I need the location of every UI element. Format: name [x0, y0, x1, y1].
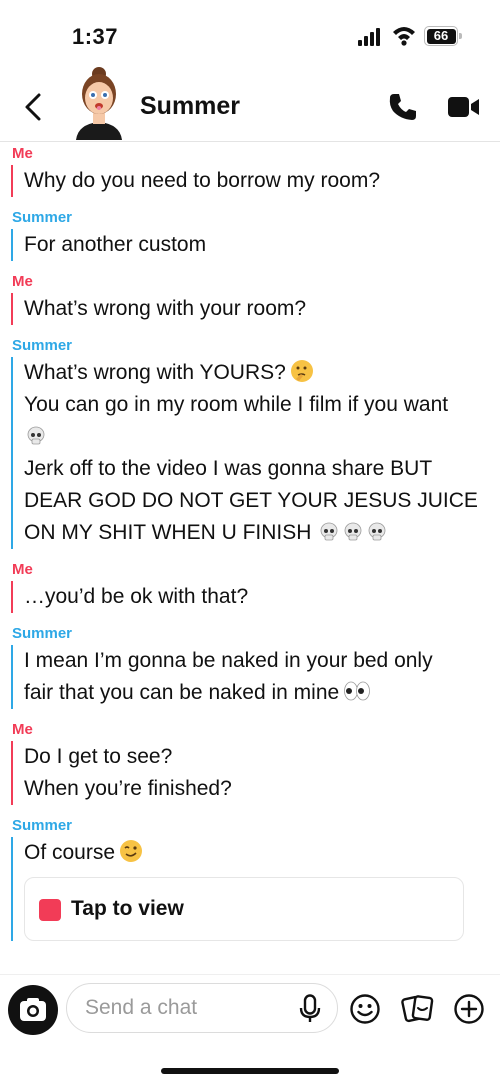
message-bubble[interactable]: Why do you need to borrow my room? — [11, 165, 500, 197]
message-line: fair that you can be naked in mine — [24, 677, 486, 709]
battery-fill: 66 — [426, 27, 456, 44]
snap-tap-to-view[interactable]: Tap to view — [24, 877, 464, 941]
skull-icon — [368, 522, 386, 541]
sender-label: Summer — [12, 209, 73, 226]
message-text: Jerk off to the video I was gonna share … — [24, 457, 433, 480]
phone-icon[interactable] — [388, 92, 418, 122]
home-indicator — [161, 1068, 339, 1074]
message-group: Summer I mean I’m gonna be naked in your… — [0, 623, 500, 709]
sender-label: Me — [12, 721, 33, 738]
skull-icon — [320, 522, 338, 541]
message-text: What’s wrong with YOURS? — [24, 361, 286, 384]
video-camera-icon[interactable] — [448, 96, 480, 118]
message-list: Me Why do you need to borrow my room? Su… — [0, 143, 500, 949]
message-group: Me What’s wrong with your room? — [0, 271, 500, 325]
winking-face-icon — [120, 840, 143, 862]
status-bar: 1:37 66 — [0, 0, 500, 70]
message-text: Why do you need to borrow my room? — [24, 169, 380, 192]
message-text: Of course — [24, 841, 116, 864]
message-bubble[interactable]: Do I get to see? When you’re finished? — [11, 741, 500, 805]
plus-icon[interactable] — [453, 993, 485, 1025]
status-time: 1:37 — [72, 24, 119, 49]
composer-bar — [0, 974, 500, 1044]
emoji-icon[interactable] — [349, 993, 381, 1025]
snap-label: Tap to view — [71, 897, 184, 920]
message-bubble[interactable]: Of course Tap to view — [11, 837, 500, 941]
message-bubble[interactable]: For another custom — [11, 229, 500, 261]
message-bubble[interactable]: …you’d be ok with that? — [11, 581, 500, 613]
message-line: Of course — [24, 837, 486, 869]
message-text: For another custom — [24, 233, 207, 256]
thinking-face-icon — [290, 360, 313, 382]
message-group: Me Do I get to see? When you’re finished… — [0, 719, 500, 805]
message-bubble[interactable]: What’s wrong with your room? — [11, 293, 500, 325]
message-group: Summer For another custom — [0, 207, 500, 261]
skull-icon — [344, 522, 362, 541]
chat-title[interactable]: Summer — [140, 92, 240, 121]
signal-icon — [358, 28, 384, 46]
message-text: ON MY SHIT WHEN U FINISH — [24, 521, 312, 544]
battery-level: 66 — [433, 27, 449, 43]
chevron-left-icon[interactable] — [20, 92, 46, 122]
message-group: Me Why do you need to borrow my room? — [0, 143, 500, 197]
message-group: Summer What’s wrong with YOURS? You can … — [0, 335, 500, 549]
message-line: ON MY SHIT WHEN U FINISH — [24, 517, 486, 549]
skull-icon — [27, 426, 45, 445]
message-text: Do I get to see? — [24, 745, 173, 768]
message-line — [24, 421, 486, 453]
message-group: Summer Of course Tap to view — [0, 815, 500, 941]
wifi-icon — [393, 27, 415, 46]
message-text: DEAR GOD DO NOT GET YOUR JESUS JUICE — [24, 489, 478, 512]
avatar[interactable] — [68, 64, 130, 140]
message-text: You can go in my room while I film if yo… — [24, 393, 449, 416]
sticker-icon[interactable] — [401, 993, 435, 1025]
message-text: What’s wrong with your room? — [24, 297, 307, 320]
sender-label: Summer — [12, 337, 73, 354]
camera-icon — [20, 998, 46, 1021]
camera-button[interactable] — [8, 985, 58, 1035]
message-text: fair that you can be naked in mine — [24, 681, 340, 704]
sender-label: Me — [12, 561, 33, 578]
eyes-icon — [344, 681, 371, 701]
sender-label: Me — [12, 273, 33, 290]
battery-icon: 66 — [424, 26, 462, 46]
microphone-icon[interactable] — [298, 994, 322, 1024]
message-text: …you’d be ok with that? — [24, 585, 249, 608]
message-text: When you’re finished? — [24, 777, 232, 800]
chat-header: Summer — [0, 67, 500, 142]
sender-label: Summer — [12, 625, 73, 642]
sender-label: Summer — [12, 817, 73, 834]
message-bubble[interactable]: What’s wrong with YOURS? You can go in m… — [11, 357, 500, 549]
message-text: I mean I’m gonna be naked in your bed on… — [24, 649, 433, 672]
message-line: What’s wrong with YOURS? — [24, 357, 486, 389]
snap-indicator-icon — [39, 899, 61, 921]
message-group: Me …you’d be ok with that? — [0, 559, 500, 613]
sender-label: Me — [12, 145, 33, 162]
message-bubble[interactable]: I mean I’m gonna be naked in your bed on… — [11, 645, 500, 709]
